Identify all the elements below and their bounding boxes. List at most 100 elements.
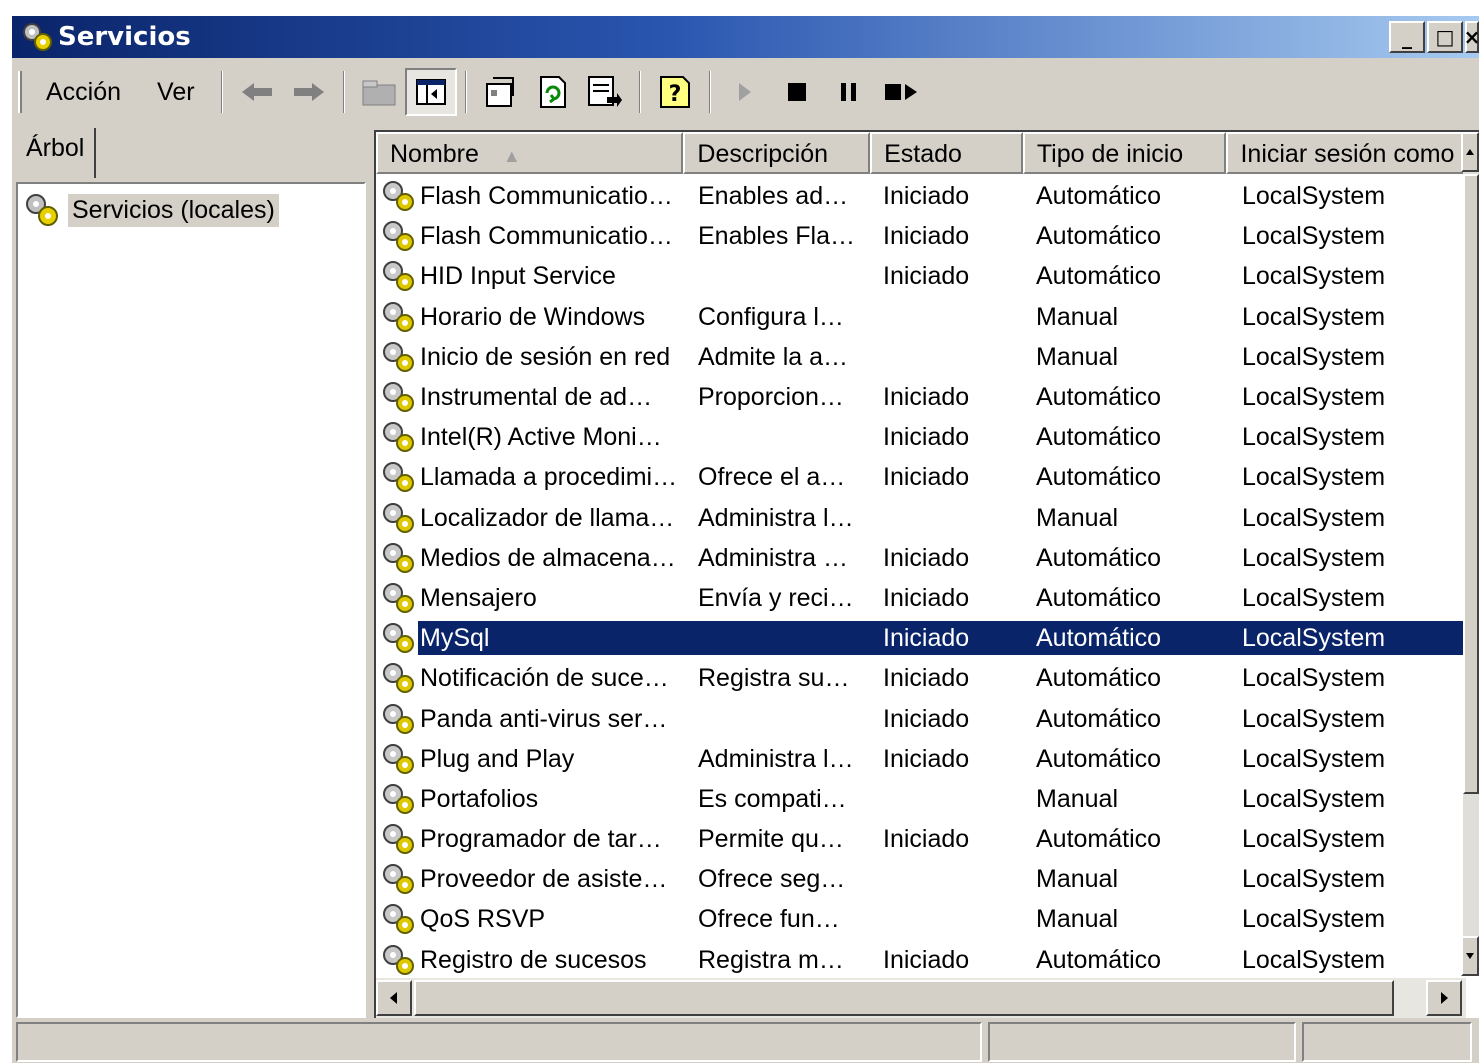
service-description: Es compati… <box>698 784 847 813</box>
service-gear-icon <box>383 301 414 332</box>
service-logon-as: LocalSystem <box>1242 262 1386 291</box>
service-name: Notificación de suce… <box>420 664 669 693</box>
service-startup-type: Automático <box>1036 664 1162 693</box>
horizontal-scrollbar[interactable] <box>376 978 1466 1018</box>
maximize-button[interactable]: □ <box>1427 21 1463 53</box>
service-row[interactable]: Flash Communicatio… Enables ad… Iniciado Au… <box>376 176 1466 216</box>
close-button[interactable]: × <box>1464 21 1479 53</box>
service-row[interactable]: Notificación de suce… Registra su… Iniciad… <box>376 658 1466 698</box>
list-rows: Flash Communicatio… Enables ad… Iniciado Au… <box>376 176 1466 976</box>
tree-view[interactable]: Servicios (locales) <box>16 182 366 1018</box>
horizontal-scroll-thumb[interactable] <box>414 980 1394 1016</box>
tree-node-label: Servicios (locales) <box>68 193 279 227</box>
service-row[interactable]: MySql Iniciado Automático LocalSystem <box>376 618 1466 659</box>
service-name: Flash Communicatio… <box>420 222 673 251</box>
back-button[interactable] <box>231 68 283 116</box>
service-state <box>871 782 1024 816</box>
scroll-right-button[interactable] <box>1426 980 1462 1016</box>
restart-service-button[interactable] <box>875 68 927 116</box>
service-row[interactable]: Plug and Play Administra l… Iniciado Automá… <box>376 739 1466 779</box>
service-startup-type: Manual <box>1036 784 1118 813</box>
scroll-left-arrow-icon <box>390 992 397 1004</box>
service-startup-type: Automático <box>1036 423 1162 452</box>
services-list[interactable]: Nombre ▲ Descripción Estado Tipo de inici… <box>374 130 1479 1018</box>
export-list-button[interactable] <box>579 68 631 116</box>
service-name: Panda anti-virus ser… <box>420 704 668 733</box>
service-row[interactable]: Localizador de llama… Administra l… Manual… <box>376 498 1466 538</box>
menu-accion[interactable]: Acción <box>28 78 139 107</box>
service-row[interactable]: HID Input Service Iniciado Automático Local… <box>376 256 1466 296</box>
column-header-startup[interactable]: Tipo de inicio <box>1022 132 1227 174</box>
pause-service-button[interactable] <box>823 68 875 116</box>
service-startup-type: Automático <box>1036 383 1162 412</box>
service-row[interactable]: Flash Communicatio… Enables Fla… Iniciado A… <box>376 216 1466 256</box>
service-row[interactable]: Instrumental de ad… Proporcion… Iniciado Au… <box>376 377 1466 417</box>
service-row[interactable]: Panda anti-virus ser… Iniciado Automático L… <box>376 698 1466 738</box>
scroll-left-button[interactable] <box>376 980 412 1016</box>
title-bar[interactable]: Servicios _ □ × <box>12 16 1479 58</box>
services-gear-icon <box>23 23 52 51</box>
menu-ver[interactable]: Ver <box>139 78 213 107</box>
scroll-up-button[interactable] <box>1461 132 1479 172</box>
tab-arbol[interactable]: Árbol <box>16 128 97 178</box>
column-header-name[interactable]: Nombre ▲ <box>376 132 684 174</box>
service-row[interactable]: Medios de almacena… Administra … Iniciado A… <box>376 538 1466 578</box>
service-row[interactable]: QoS RSVP Ofrece fun… Manual LocalSystem <box>376 899 1466 939</box>
pause-service-icon <box>840 83 856 101</box>
show-hide-tree-button[interactable] <box>404 68 457 116</box>
service-logon-as: LocalSystem <box>1242 945 1386 974</box>
service-startup-type: Automático <box>1024 621 1228 656</box>
service-startup-type: Manual <box>1036 503 1118 532</box>
service-row[interactable]: Portafolios Es compati… Manual LocalSystem <box>376 779 1466 819</box>
service-startup-type: Automático <box>1036 262 1162 291</box>
service-logon-as: LocalSystem <box>1242 182 1386 211</box>
service-name-cell: QoS RSVP <box>376 899 684 939</box>
service-row[interactable]: Llamada a procedimi… Ofrece el a… Iniciado… <box>376 457 1466 497</box>
service-state: Iniciado <box>883 383 970 412</box>
minimize-button[interactable]: _ <box>1389 21 1425 53</box>
service-logon-as: LocalSystem <box>1242 463 1386 492</box>
service-row[interactable]: Mensajero Envía y reci… Iniciado Automático… <box>376 578 1466 618</box>
service-name: Llamada a procedimi… <box>420 463 678 492</box>
up-level-button[interactable] <box>353 68 405 116</box>
service-row[interactable]: Proveedor de asiste… Ofrece seg… Manual Loc… <box>376 859 1466 899</box>
service-name-cell: Notificación de suce… <box>376 658 684 698</box>
service-name: QoS RSVP <box>420 905 546 934</box>
column-header-description[interactable]: Descripción <box>683 132 871 174</box>
vertical-scrollbar[interactable] <box>1461 132 1479 976</box>
help-button[interactable]: ? <box>649 68 701 116</box>
column-header-state[interactable]: Estado <box>870 132 1023 174</box>
service-name-cell: Llamada a procedimi… <box>376 457 684 497</box>
vertical-scroll-thumb[interactable] <box>1463 174 1479 794</box>
service-name-cell: Programador de tar… <box>376 819 684 859</box>
service-name-cell: Portafolios <box>376 779 684 819</box>
service-state: Iniciado <box>883 583 970 612</box>
service-name: MySql <box>418 621 684 656</box>
service-name: Flash Communicatio… <box>420 182 673 211</box>
service-description <box>684 259 871 293</box>
service-state: Iniciado <box>883 744 970 773</box>
start-service-button[interactable] <box>719 68 771 116</box>
service-description: Registra m… <box>698 945 844 974</box>
forward-button[interactable] <box>283 68 335 116</box>
refresh-button[interactable] <box>527 68 579 116</box>
service-row[interactable]: Horario de Windows Configura l… Manual Loca… <box>376 297 1466 337</box>
service-row[interactable]: Registro de sucesos Registra m… Iniciado Au… <box>376 940 1466 976</box>
service-description: Administra l… <box>698 744 854 773</box>
service-description: Proporcion… <box>698 383 844 412</box>
sort-ascending-icon: ▲ <box>502 146 521 166</box>
properties-icon <box>485 77 514 107</box>
service-name: Localizador de llama… <box>420 503 675 532</box>
tree-node-servicios-locales[interactable]: Servicios (locales) <box>22 192 279 228</box>
service-row[interactable]: Intel(R) Active Moni… Iniciado Automático L… <box>376 417 1466 457</box>
toolbar-separator <box>220 71 223 113</box>
service-name: Programador de tar… <box>420 825 662 854</box>
restart-service-icon <box>884 84 917 100</box>
column-header-logon[interactable]: Iniciar sesión como <box>1226 132 1476 174</box>
properties-button[interactable] <box>475 68 527 116</box>
service-row[interactable]: Inicio de sesión en red Admite la a… Manua… <box>376 337 1466 377</box>
scroll-down-button[interactable] <box>1461 936 1479 976</box>
service-description: Enables ad… <box>698 182 849 211</box>
stop-service-button[interactable] <box>771 68 823 116</box>
service-row[interactable]: Programador de tar… Permite qu… Iniciado Au… <box>376 819 1466 859</box>
